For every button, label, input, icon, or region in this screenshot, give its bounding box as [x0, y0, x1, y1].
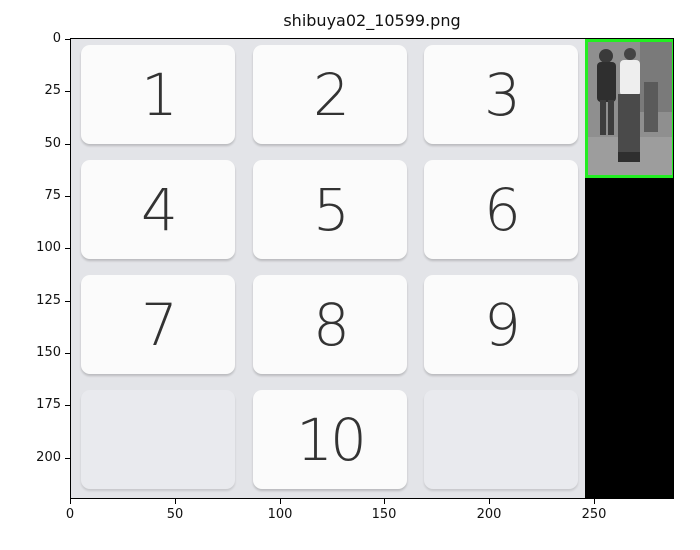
y-tick-label: 0 — [52, 31, 61, 46]
keypad: 1 2 3 4 5 6 7 8 9 10 — [71, 39, 585, 498]
key-4[interactable]: 4 — [81, 160, 235, 259]
y-tick-125 — [65, 301, 70, 302]
camera-thumbnail — [585, 39, 673, 178]
key-5[interactable]: 5 — [253, 160, 407, 259]
x-tick-label: 200 — [476, 507, 502, 522]
key-3[interactable]: 3 — [424, 45, 578, 144]
y-tick-75 — [65, 196, 70, 197]
y-tick-150 — [65, 353, 70, 354]
y-tick-label: 25 — [44, 83, 61, 98]
x-tick-200 — [489, 499, 490, 504]
y-tick-label: 150 — [36, 345, 61, 360]
key-9[interactable]: 9 — [424, 275, 578, 374]
y-tick-label: 200 — [36, 450, 61, 465]
y-tick-25 — [65, 91, 70, 92]
y-tick-200 — [65, 458, 70, 459]
x-tick-label: 50 — [166, 507, 184, 522]
x-tick-50 — [175, 499, 176, 504]
key-2[interactable]: 2 — [253, 45, 407, 144]
y-tick-175 — [65, 405, 70, 406]
pedestrians-image — [588, 42, 672, 175]
key-1[interactable]: 1 — [81, 45, 235, 144]
side-panel — [585, 39, 673, 498]
x-tick-250 — [594, 499, 595, 504]
image-title: shibuya02_10599.png — [283, 11, 461, 30]
y-tick-100 — [65, 248, 70, 249]
key-8[interactable]: 8 — [253, 275, 407, 374]
x-tick-label: 150 — [371, 507, 397, 522]
y-tick-label: 100 — [36, 240, 61, 255]
y-tick-label: 75 — [44, 188, 61, 203]
y-tick-50 — [65, 144, 70, 145]
key-10[interactable]: 10 — [253, 390, 407, 489]
key-6[interactable]: 6 — [424, 160, 578, 259]
key-7[interactable]: 7 — [81, 275, 235, 374]
y-tick-label: 125 — [36, 293, 61, 308]
y-tick-0 — [65, 39, 70, 40]
x-tick-label: 100 — [267, 507, 293, 522]
y-tick-label: 175 — [36, 397, 61, 412]
x-tick-label: 0 — [65, 507, 75, 522]
x-tick-0 — [70, 499, 71, 504]
image-axes: 1 2 3 4 5 6 7 8 9 10 — [70, 38, 674, 499]
x-tick-150 — [384, 499, 385, 504]
x-tick-100 — [280, 499, 281, 504]
y-tick-label: 50 — [44, 136, 61, 151]
x-tick-label: 250 — [581, 507, 607, 522]
key-blank-right — [424, 390, 578, 489]
key-blank-left — [81, 390, 235, 489]
